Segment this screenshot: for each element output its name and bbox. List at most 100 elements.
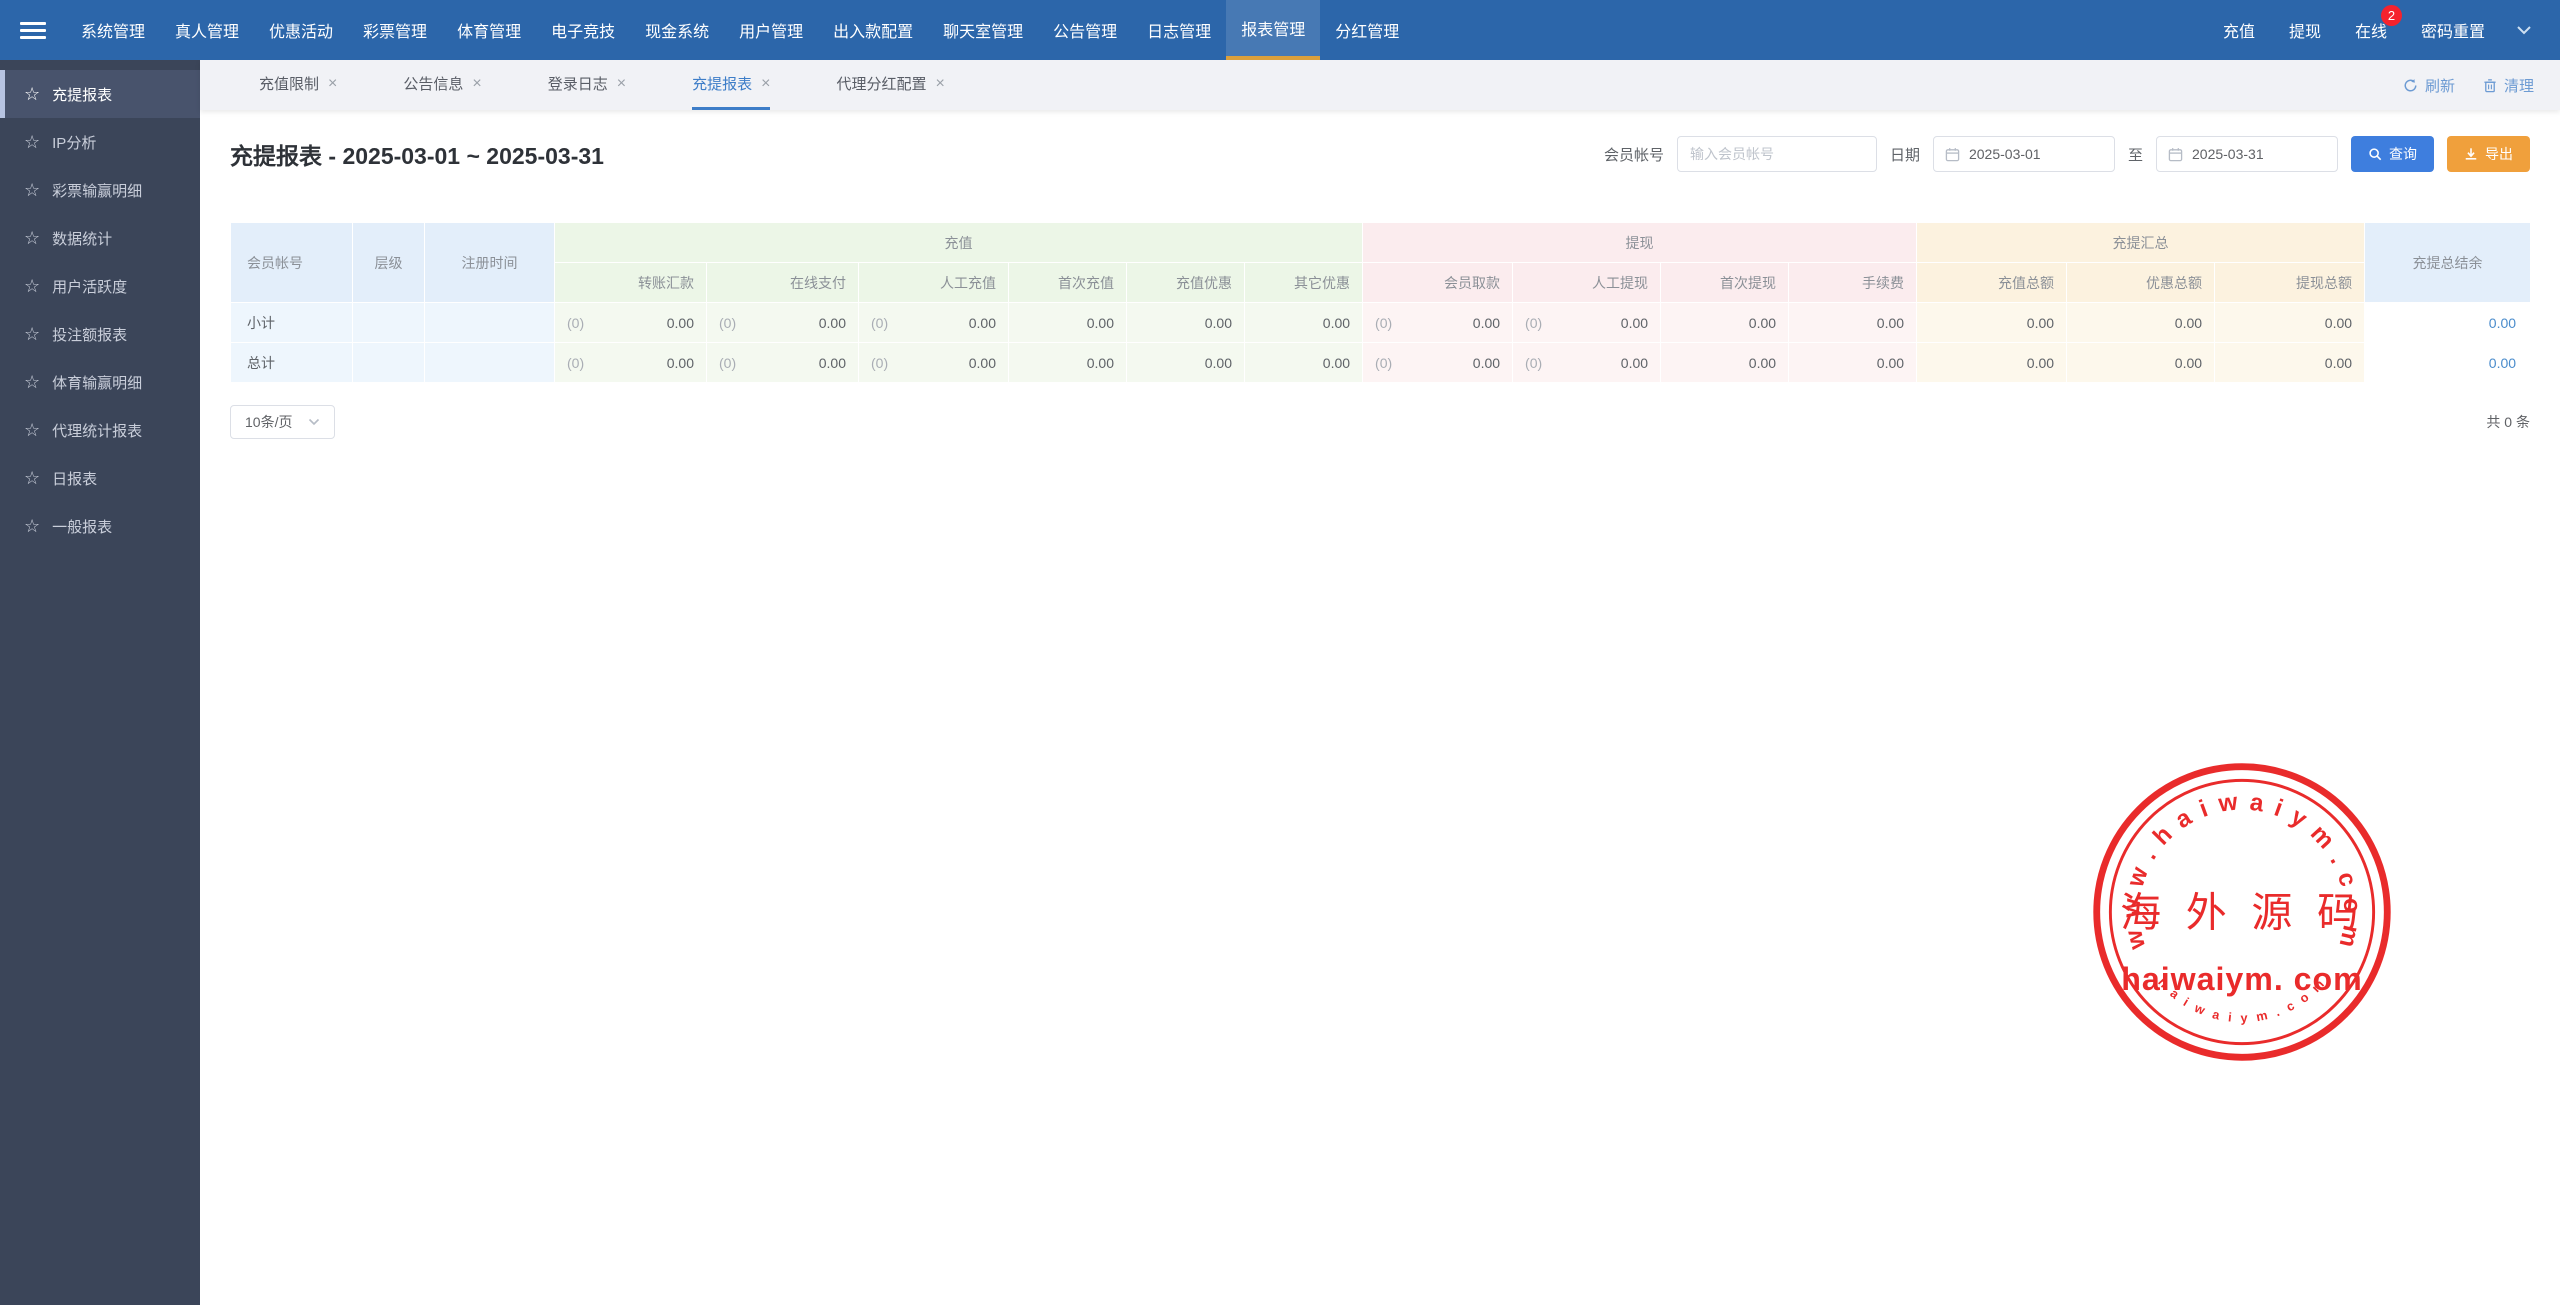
sidebar-item-deposit-withdraw-report[interactable]: ☆ 充提报表 bbox=[0, 70, 200, 118]
nav-item-chatroom[interactable]: 聊天室管理 bbox=[928, 0, 1038, 60]
table-cell: (0)0.00 bbox=[555, 303, 707, 343]
chevron-down-icon[interactable] bbox=[2502, 0, 2546, 60]
close-icon[interactable]: × bbox=[617, 75, 626, 93]
col-header-online-pay: 在线支付 bbox=[707, 263, 859, 303]
nav-item-esports[interactable]: 电子竞技 bbox=[536, 0, 630, 60]
sidebar-item-user-activity[interactable]: ☆ 用户活跃度 bbox=[0, 262, 200, 310]
sidebar-item-lottery-winloss[interactable]: ☆ 彩票输赢明细 bbox=[0, 166, 200, 214]
sidebar-item-daily-report[interactable]: ☆ 日报表 bbox=[0, 454, 200, 502]
sidebar-item-label: 代理统计报表 bbox=[52, 420, 142, 441]
close-icon[interactable]: × bbox=[328, 75, 337, 93]
page-size-select[interactable]: 10条/页 bbox=[230, 405, 335, 439]
refresh-button[interactable]: 刷新 bbox=[2403, 75, 2455, 96]
date-from-input[interactable]: 2025-03-01 bbox=[1933, 136, 2115, 172]
nav-item-reports[interactable]: 报表管理 bbox=[1226, 0, 1320, 60]
trash-icon bbox=[2483, 78, 2497, 93]
tab-label: 充提报表 bbox=[692, 73, 752, 94]
star-icon: ☆ bbox=[24, 277, 40, 295]
page-header-row: 充提报表 - 2025-03-01 ~ 2025-03-31 会员帐号 日期 2… bbox=[230, 136, 2530, 172]
sidebar-item-general-report[interactable]: ☆ 一般报表 bbox=[0, 502, 200, 550]
table-cell: 0.00 bbox=[1245, 343, 1363, 383]
sidebar-item-agent-stats-report[interactable]: ☆ 代理统计报表 bbox=[0, 406, 200, 454]
nav-item-payment-config[interactable]: 出入款配置 bbox=[818, 0, 928, 60]
clear-button[interactable]: 清理 bbox=[2483, 75, 2534, 96]
tab-label: 公告信息 bbox=[403, 73, 463, 94]
tab-announcement-info[interactable]: 公告信息 × bbox=[403, 60, 481, 110]
nav-item-lottery[interactable]: 彩票管理 bbox=[348, 0, 442, 60]
col-header-manual-withdraw: 人工提现 bbox=[1513, 263, 1661, 303]
table-cell: (0)0.00 bbox=[1513, 343, 1661, 383]
nav-item-system[interactable]: 系统管理 bbox=[66, 0, 160, 60]
account-label: 会员帐号 bbox=[1604, 144, 1664, 165]
nav-item-announcement[interactable]: 公告管理 bbox=[1038, 0, 1132, 60]
table-cell: (0)0.00 bbox=[859, 303, 1009, 343]
table-cell: (0)0.00 bbox=[707, 343, 859, 383]
star-icon: ☆ bbox=[24, 85, 40, 103]
sidebar-item-label: 用户活跃度 bbox=[52, 276, 127, 297]
close-icon[interactable]: × bbox=[935, 75, 944, 93]
menu-icon[interactable] bbox=[0, 0, 66, 60]
sidebar-item-label: IP分析 bbox=[52, 132, 96, 153]
table-cell: (0)0.00 bbox=[1363, 343, 1513, 383]
nav-item-cash[interactable]: 现金系统 bbox=[630, 0, 724, 60]
star-icon: ☆ bbox=[24, 133, 40, 151]
tab-strip: 充值限制 × 公告信息 × 登录日志 × 充提报表 × 代理分红配置 × 刷新 … bbox=[200, 60, 2560, 110]
nav-item-withdraw[interactable]: 提现 bbox=[2272, 0, 2338, 60]
sidebar-item-ip-analysis[interactable]: ☆ IP分析 bbox=[0, 118, 200, 166]
nav-item-online[interactable]: 在线 2 bbox=[2338, 0, 2404, 60]
refresh-icon bbox=[2403, 78, 2418, 93]
tab-deposit-limit[interactable]: 充值限制 × bbox=[259, 60, 337, 110]
search-icon bbox=[2368, 147, 2382, 161]
star-icon: ☆ bbox=[24, 229, 40, 247]
tab-label: 充值限制 bbox=[259, 73, 319, 94]
col-header-withdraw-total: 提现总额 bbox=[2215, 263, 2365, 303]
table-cell: 0.00 bbox=[1661, 303, 1789, 343]
close-icon[interactable]: × bbox=[472, 75, 481, 93]
cell-empty bbox=[425, 303, 555, 343]
date-label: 日期 bbox=[1890, 144, 1920, 165]
col-header-member-withdraw: 会员取款 bbox=[1363, 263, 1513, 303]
col-header-register-time: 注册时间 bbox=[425, 223, 555, 303]
star-icon: ☆ bbox=[24, 517, 40, 535]
sidebar-item-label: 日报表 bbox=[52, 468, 97, 489]
table-row-subtotal: 小计 (0)0.00 (0)0.00 (0)0.00 0.00 0.00 0.0… bbox=[231, 303, 2531, 343]
content: 充提报表 - 2025-03-01 ~ 2025-03-31 会员帐号 日期 2… bbox=[200, 136, 2560, 439]
sidebar-item-sports-winloss[interactable]: ☆ 体育输赢明细 bbox=[0, 358, 200, 406]
table-cell: 0.00 bbox=[1789, 343, 1917, 383]
col-header-member-account: 会员帐号 bbox=[231, 223, 353, 303]
search-button[interactable]: 查询 bbox=[2351, 136, 2434, 172]
tab-deposit-withdraw-report[interactable]: 充提报表 × bbox=[692, 60, 770, 110]
group-header-withdraw: 提现 bbox=[1363, 223, 1917, 263]
nav-item-users[interactable]: 用户管理 bbox=[724, 0, 818, 60]
export-button[interactable]: 导出 bbox=[2447, 136, 2530, 172]
tab-login-log[interactable]: 登录日志 × bbox=[548, 60, 626, 110]
col-header-manual-deposit: 人工充值 bbox=[859, 263, 1009, 303]
star-icon: ☆ bbox=[24, 325, 40, 343]
page-size-value: 10条/页 bbox=[245, 412, 292, 432]
navbar-right: 充值 提现 在线 2 密码重置 bbox=[2206, 0, 2560, 60]
top-navbar: 系统管理 真人管理 优惠活动 彩票管理 体育管理 电子竞技 现金系统 用户管理 … bbox=[0, 0, 2560, 60]
col-header-fee: 手续费 bbox=[1789, 263, 1917, 303]
tab-agent-dividend-config[interactable]: 代理分红配置 × bbox=[836, 60, 944, 110]
nav-item-password-reset[interactable]: 密码重置 bbox=[2404, 0, 2502, 60]
close-icon[interactable]: × bbox=[761, 75, 770, 93]
col-header-other-bonus: 其它优惠 bbox=[1245, 263, 1363, 303]
member-account-input[interactable] bbox=[1677, 136, 1877, 172]
sidebar-item-data-stats[interactable]: ☆ 数据统计 bbox=[0, 214, 200, 262]
sidebar-item-bet-amount-report[interactable]: ☆ 投注额报表 bbox=[0, 310, 200, 358]
nav-item-deposit[interactable]: 充值 bbox=[2206, 0, 2272, 60]
nav-item-live[interactable]: 真人管理 bbox=[160, 0, 254, 60]
col-header-bonus-total: 优惠总额 bbox=[2067, 263, 2215, 303]
query-toolbar: 会员帐号 日期 2025-03-01 至 2025-03-31 查询 bbox=[1604, 136, 2530, 172]
date-to-input[interactable]: 2025-03-31 bbox=[2156, 136, 2338, 172]
nav-item-dividend[interactable]: 分红管理 bbox=[1320, 0, 1414, 60]
sidebar-item-label: 投注额报表 bbox=[52, 324, 127, 345]
nav-item-sports[interactable]: 体育管理 bbox=[442, 0, 536, 60]
table-cell: (0)0.00 bbox=[1513, 303, 1661, 343]
sidebar-item-label: 彩票输赢明细 bbox=[52, 180, 142, 201]
nav-item-promo[interactable]: 优惠活动 bbox=[254, 0, 348, 60]
table-cell: (0)0.00 bbox=[555, 343, 707, 383]
sidebar: ☆ 充提报表 ☆ IP分析 ☆ 彩票输赢明细 ☆ 数据统计 ☆ 用户活跃度 ☆ … bbox=[0, 60, 200, 1305]
table-cell: 0.00 bbox=[1127, 303, 1245, 343]
nav-item-logs[interactable]: 日志管理 bbox=[1132, 0, 1226, 60]
